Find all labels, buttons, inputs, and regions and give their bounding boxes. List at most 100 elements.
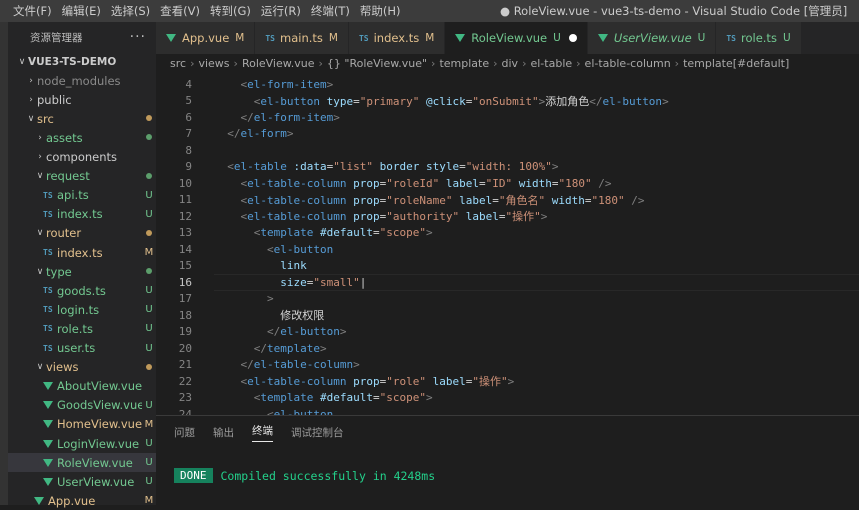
code-line[interactable]: 7 </el-form> xyxy=(156,126,859,143)
menu-item[interactable]: 编辑(E) xyxy=(57,3,106,19)
typescript-file-icon: TS xyxy=(43,190,53,200)
code-line[interactable]: 9 <el-table :data="list" border style="w… xyxy=(156,159,859,176)
editor-tab[interactable]: TS main.ts M xyxy=(255,22,349,54)
tree-file[interactable]: LoginView.vue U xyxy=(8,434,156,453)
git-status-badge xyxy=(142,113,156,124)
line-number: 10 xyxy=(178,176,192,190)
tab-label: main.ts xyxy=(280,31,323,45)
tree-file[interactable]: TS api.ts U xyxy=(8,186,156,205)
line-number: 6 xyxy=(185,110,192,124)
code-line[interactable]: 8 xyxy=(156,142,859,159)
code-line[interactable]: 13 <template #default="scope"> xyxy=(156,225,859,242)
tree-file[interactable]: HomeView.vue M xyxy=(8,415,156,434)
chevron-right-icon: › xyxy=(431,56,436,70)
breadcrumb-item[interactable]: views xyxy=(198,57,229,70)
tree-file[interactable]: AboutView.vue xyxy=(8,377,156,396)
code-line[interactable]: 21 </el-table-column> xyxy=(156,357,859,374)
git-status-badge: U xyxy=(145,476,153,488)
code-text: <el-table-column prop="roleId" label="ID… xyxy=(240,176,612,190)
line-number: 21 xyxy=(178,358,192,372)
tree-file[interactable]: TS user.ts U xyxy=(8,339,156,358)
breadcrumb-item[interactable]: template xyxy=(439,57,489,70)
code-line[interactable]: 16 size="small"| xyxy=(156,274,859,291)
vue-file-icon xyxy=(43,458,53,467)
code-text: size="small"| xyxy=(280,275,367,289)
tree-folder[interactable]: ∨ VUE3-TS-DEMO xyxy=(8,52,156,71)
menu-item[interactable]: 终端(T) xyxy=(306,3,355,19)
tree-folder[interactable]: › public xyxy=(8,90,156,109)
unsaved-dot-icon[interactable] xyxy=(568,34,577,42)
tree-item-label: views xyxy=(46,360,79,375)
chevron-right-icon: › xyxy=(493,56,498,70)
breadcrumb-item[interactable]: el-table xyxy=(530,57,572,70)
code-line[interactable]: 22 <el-table-column prop="role" label="操… xyxy=(156,373,859,390)
code-line[interactable]: 14 <el-button xyxy=(156,241,859,258)
tree-file[interactable]: TS index.ts U xyxy=(8,205,156,224)
chevron-right-icon: › xyxy=(233,56,238,70)
breadcrumb-item[interactable]: src xyxy=(170,57,186,70)
breadcrumb-item[interactable]: div xyxy=(502,57,519,70)
line-number: 12 xyxy=(178,209,192,223)
tree-file[interactable]: RoleView.vue U xyxy=(8,453,156,473)
code-line[interactable]: 10 <el-table-column prop="roleId" label=… xyxy=(156,175,859,192)
tree-item-label: RoleView.vue xyxy=(57,455,133,470)
code-editor[interactable]: 4 <el-form-item> 5 <el-button type="prima… xyxy=(156,72,859,415)
code-line[interactable]: 23 <template #default="scope"> xyxy=(156,390,859,407)
git-status-badge: M xyxy=(144,418,154,430)
menu-item[interactable]: 转到(G) xyxy=(205,3,256,19)
code-line[interactable]: 17 > xyxy=(156,291,859,308)
git-status-badge xyxy=(142,362,156,373)
breadcrumb-item[interactable]: {} "RoleView.vue" xyxy=(327,57,427,70)
tree-folder[interactable]: › components xyxy=(8,148,156,167)
tree-file[interactable]: TS goods.ts U xyxy=(8,281,156,300)
tree-folder[interactable]: ∨ views xyxy=(8,358,156,377)
more-actions-icon[interactable]: ··· xyxy=(130,29,146,45)
tree-file[interactable]: UserView.vue U xyxy=(8,472,156,491)
menu-item[interactable]: 选择(S) xyxy=(106,3,155,19)
tree-folder[interactable]: ∨ type xyxy=(8,262,156,281)
code-line[interactable]: 12 <el-table-column prop="authority" lab… xyxy=(156,208,859,225)
tree-file[interactable]: TS login.ts U xyxy=(8,300,156,319)
typescript-file-icon: TS xyxy=(358,33,369,43)
menu-item[interactable]: 文件(F) xyxy=(8,3,57,19)
tree-file[interactable]: GoodsView.vue U xyxy=(8,396,156,415)
editor-tab[interactable]: UserView.vue U xyxy=(587,22,717,54)
breadcrumb-item[interactable]: el-table-column xyxy=(585,57,671,70)
code-line[interactable]: 20 </template> xyxy=(156,340,859,357)
panel-tab[interactable]: 输出 xyxy=(213,425,234,440)
tree-folder[interactable]: › assets xyxy=(8,128,156,147)
code-line[interactable]: 18 修改权限 xyxy=(156,307,859,324)
editor-tab[interactable]: TS role.ts U xyxy=(716,22,802,54)
tree-folder[interactable]: › node_modules xyxy=(8,71,156,90)
editor-tab[interactable]: TS index.ts M xyxy=(348,22,446,54)
breadcrumb-item[interactable]: template[#default] xyxy=(683,57,789,70)
editor-tabs: App.vue M TS main.ts M TS index.ts M RoleView.vu… xyxy=(156,22,859,54)
panel-tab[interactable]: 调试控制台 xyxy=(291,425,344,440)
code-line[interactable]: 19 </el-button> xyxy=(156,324,859,341)
menu-item[interactable]: 运行(R) xyxy=(256,3,306,19)
panel-tab[interactable]: 问题 xyxy=(174,425,195,440)
panel-tab[interactable]: 终端 xyxy=(252,423,273,442)
terminal-output: DONE Compiled successfully in 4248ms xyxy=(174,468,435,483)
tree-folder[interactable]: ∨ router xyxy=(8,224,156,243)
tab-label: RoleView.vue xyxy=(471,31,548,45)
editor-tab[interactable]: RoleView.vue U xyxy=(445,22,588,54)
tree-file[interactable]: TS role.ts U xyxy=(8,319,156,338)
breadcrumb-item[interactable]: RoleView.vue xyxy=(242,57,315,70)
tree-folder[interactable]: ∨ request xyxy=(8,167,156,186)
code-text: <el-table :data="list" border style="wid… xyxy=(227,160,559,174)
code-line[interactable]: 6 </el-form-item> xyxy=(156,109,859,126)
tree-item-label: src xyxy=(37,111,54,126)
code-line[interactable]: 11 <el-table-column prop="roleName" labe… xyxy=(156,192,859,209)
code-line[interactable]: 15 link xyxy=(156,258,859,275)
menu-item[interactable]: 帮助(H) xyxy=(355,3,406,19)
code-line[interactable]: 24 <el-button xyxy=(156,406,859,415)
tree-file[interactable]: App.vue M xyxy=(8,491,156,510)
tree-file[interactable]: TS index.ts M xyxy=(8,243,156,262)
vue-file-icon xyxy=(43,439,53,448)
editor-tab[interactable]: App.vue M xyxy=(156,22,256,54)
code-line[interactable]: 4 <el-form-item> xyxy=(156,76,859,93)
menu-item[interactable]: 查看(V) xyxy=(155,3,205,19)
tree-folder[interactable]: ∨ src xyxy=(8,109,156,128)
code-line[interactable]: 5 <el-button type="primary" @click="onSu… xyxy=(156,93,859,110)
